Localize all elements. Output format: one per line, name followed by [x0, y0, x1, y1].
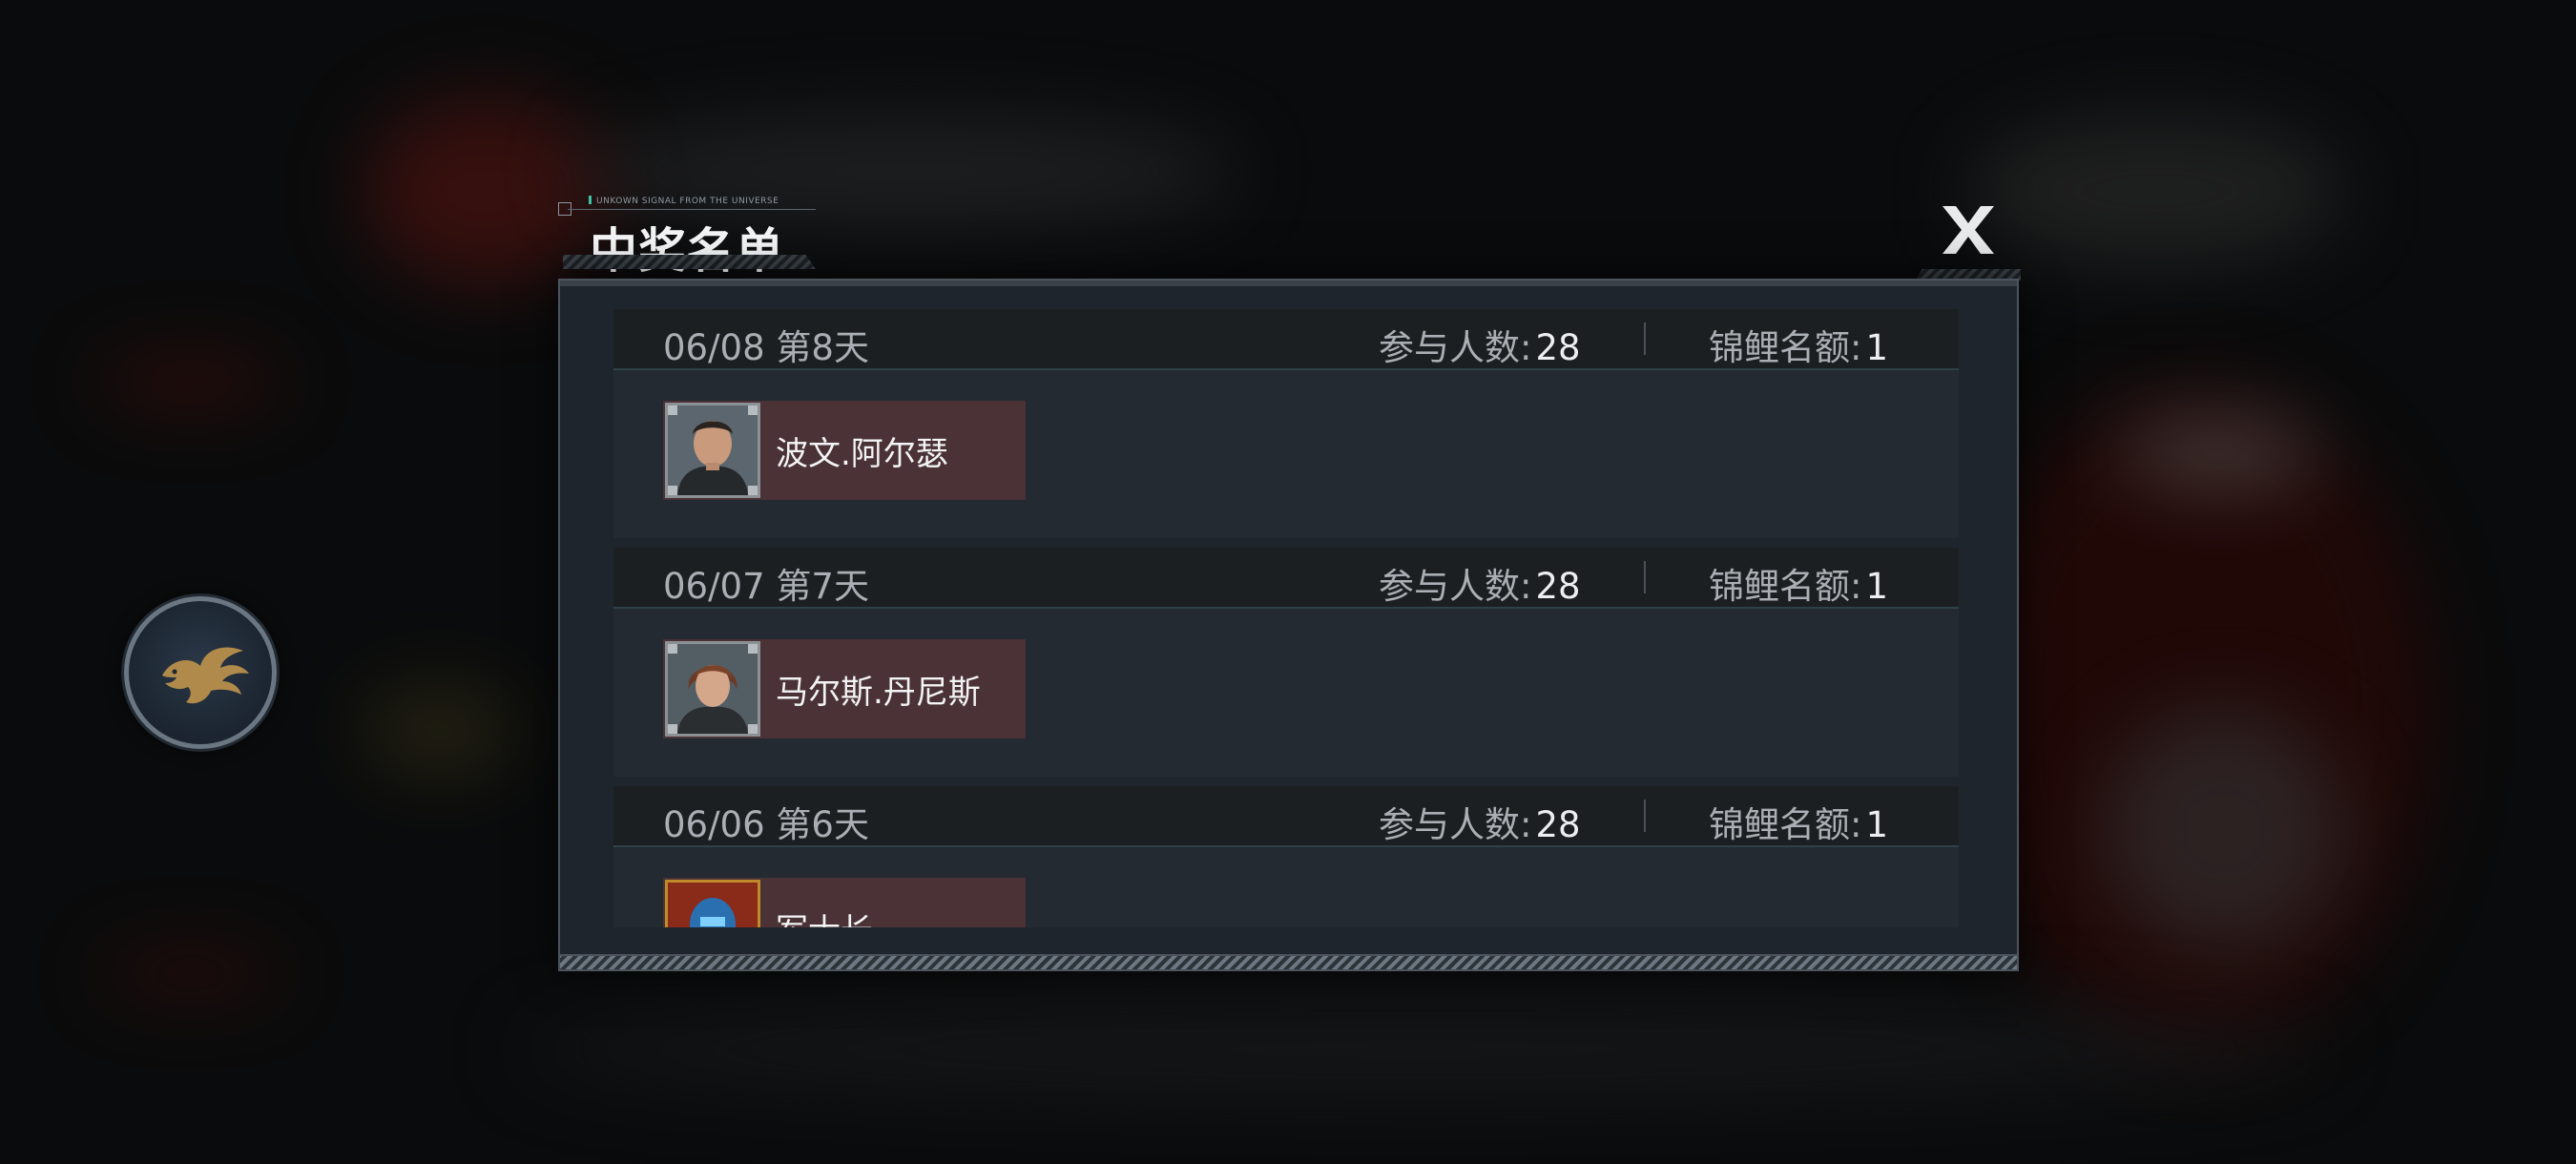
divider: [1644, 322, 1646, 355]
female-officer-portrait-icon: [665, 641, 760, 737]
participants-count: 参与人数: 28: [1379, 804, 1581, 845]
day-entry: 06/06 第6天 参与人数:28 锦鲤名额:1 军士长: [613, 786, 1959, 927]
winner-list-scroll[interactable]: 06/08 第8天 参与人数: 28 锦鲤名额: 1 波文.阿尔瑟 06/07 …: [613, 309, 1959, 927]
dialog-title: 中奖名单: [590, 223, 784, 279]
lucky-quota: 锦鲤名额: 1: [1709, 804, 1889, 845]
winner-name: 波文.阿尔瑟: [776, 434, 948, 473]
male-officer-portrait-icon: [665, 403, 760, 498]
lucky-quota: 锦鲤名额: 1: [1709, 327, 1889, 368]
dialog-subtitle: UNKOWN SIGNAL FROM THE UNIVERSE: [589, 196, 779, 206]
panel-bottom-stripes: [560, 954, 2017, 969]
phoenix-emblem-icon[interactable]: [124, 596, 277, 749]
participants-count: 参与人数: 28: [1379, 566, 1581, 607]
divider: [1644, 561, 1646, 593]
close-icon[interactable]: [1939, 204, 1998, 256]
winner-name: 马尔斯.丹尼斯: [776, 673, 981, 712]
armored-soldier-portrait-icon: [665, 880, 760, 927]
winner-card[interactable]: 军士长: [663, 878, 1026, 927]
day-date: 06/07 第7天: [663, 566, 869, 607]
day-header: 06/06 第6天 参与人数: 28 锦鲤名额: 1: [613, 786, 1959, 847]
winner-card[interactable]: 波文.阿尔瑟: [663, 401, 1026, 500]
day-date: 06/08 第8天: [663, 327, 869, 368]
participants-count: 参与人数: 28: [1379, 327, 1581, 368]
lucky-quota: 锦鲤名额: 1: [1709, 566, 1889, 607]
close-button[interactable]: [1916, 204, 2021, 281]
day-entry: 06/08 第8天 参与人数: 28 锦鲤名额: 1 波文.阿尔瑟: [613, 309, 1959, 538]
day-entry: 06/07 第7天 参与人数: 28 锦鲤名额: 1 马尔斯.丹尼斯: [613, 548, 1959, 777]
winner-list-panel: 06/08 第8天 参与人数: 28 锦鲤名额: 1 波文.阿尔瑟 06/07 …: [558, 279, 2019, 971]
dialog-title-bar: UNKOWN SIGNAL FROM THE UNIVERSE 中奖名单: [558, 196, 825, 279]
day-date: 06/06 第6天: [663, 804, 869, 845]
day-header: 06/08 第8天 参与人数: 28 锦鲤名额: 1: [613, 309, 1959, 370]
winner-name: 军士长: [776, 904, 873, 928]
day-header: 06/07 第7天 参与人数: 28 锦鲤名额: 1: [613, 548, 1959, 609]
winner-card[interactable]: 马尔斯.丹尼斯: [663, 639, 1026, 738]
divider: [1644, 800, 1646, 832]
